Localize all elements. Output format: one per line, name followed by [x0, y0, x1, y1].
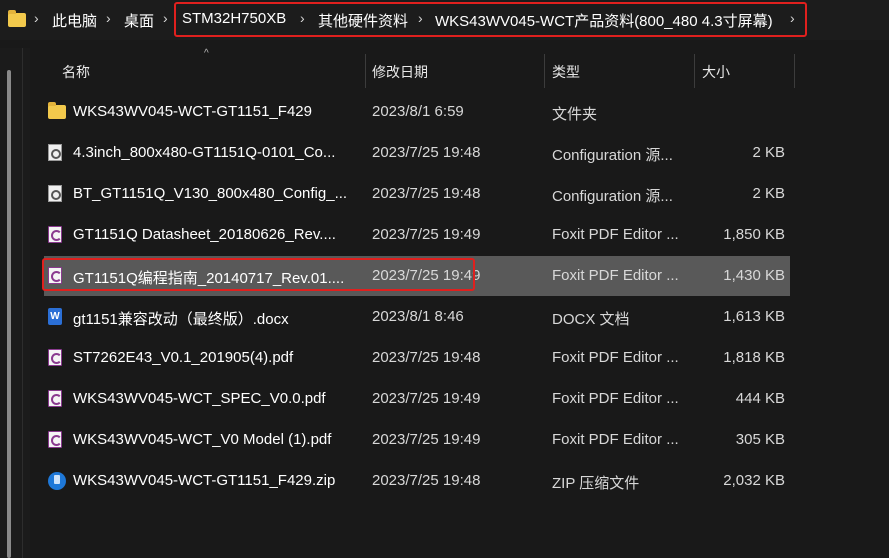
file-name: WKS43WV045-WCT-GT1151_F429.zip — [73, 472, 336, 489]
column-header-type[interactable]: 类型 — [552, 62, 580, 82]
file-type: Foxit PDF Editor ... — [552, 267, 679, 284]
file-size: 1,613 KB — [723, 308, 785, 325]
pdf-icon — [48, 431, 66, 449]
chevron-right-icon[interactable]: › — [34, 10, 39, 26]
column-divider[interactable] — [794, 54, 795, 88]
file-name: WKS43WV045-WCT_SPEC_V0.0.pdf — [73, 390, 326, 407]
file-name: WKS43WV045-WCT-GT1151_F429 — [73, 103, 312, 120]
chevron-right-icon[interactable]: › — [106, 10, 111, 26]
file-name: WKS43WV045-WCT_V0 Model (1).pdf — [73, 431, 332, 448]
file-size: 305 KB — [735, 431, 785, 448]
pdf-icon — [48, 349, 66, 367]
address-bar[interactable]: › 此电脑 › 桌面 › STM32H750XB › 其他硬件资料 › WKS4… — [0, 0, 889, 40]
file-size: 1,430 KB — [723, 267, 785, 284]
pdf-icon — [48, 226, 66, 244]
navigation-scrollbar[interactable] — [7, 70, 11, 558]
file-name: 4.3inch_800x480-GT1151Q-0101_Co... — [73, 144, 336, 161]
sort-caret-icon: ^ — [204, 48, 209, 59]
file-row[interactable]: Wgt1151兼容改动（最终版）.docx 2023/8/1 8:46 DOCX 文… — [44, 297, 790, 337]
file-type: Configuration 源... — [552, 147, 673, 164]
file-name: GT1151Q Datasheet_20180626_Rev.... — [73, 226, 336, 243]
file-modified-date: 2023/7/25 19:49 — [372, 390, 481, 407]
file-type: 文件夹 — [552, 106, 598, 123]
file-type: Foxit PDF Editor ... — [552, 390, 679, 407]
navigation-pane[interactable] — [0, 48, 30, 558]
file-row[interactable]: WKS43WV045-WCT-GT1151_F429 2023/8/1 6:59 文… — [44, 92, 790, 132]
file-row[interactable]: ST7262E43_V0.1_201905(4).pdf 2023/7/25 19… — [44, 338, 790, 378]
file-modified-date: 2023/7/25 19:48 — [372, 349, 481, 366]
folder-icon — [8, 10, 26, 27]
file-modified-date: 2023/7/25 19:49 — [372, 226, 481, 243]
file-row[interactable]: BT_GT1151Q_V130_800x480_Config_... 2023/7… — [44, 174, 790, 214]
file-type: Configuration 源... — [552, 188, 673, 205]
pane-divider[interactable] — [22, 48, 23, 558]
zip-icon — [48, 472, 66, 490]
file-modified-date: 2023/7/25 19:48 — [372, 472, 481, 489]
column-divider[interactable] — [544, 54, 545, 88]
breadcrumb-desktop[interactable]: 桌面 — [124, 10, 154, 31]
file-size: 2 KB — [752, 144, 785, 161]
file-row[interactable]: GT1151Q Datasheet_20180626_Rev.... 2023/7… — [44, 215, 790, 255]
selection-highlight-box — [42, 258, 475, 291]
file-row[interactable]: WKS43WV045-WCT_SPEC_V0.0.pdf 2023/7/25 19… — [44, 379, 790, 419]
file-size: 1,850 KB — [723, 226, 785, 243]
file-type: DOCX 文档 — [552, 311, 630, 328]
address-highlight-box — [174, 2, 807, 37]
word-doc-icon: W — [48, 308, 66, 326]
column-divider[interactable] — [694, 54, 695, 88]
column-header-name[interactable]: 名称 — [62, 62, 90, 82]
column-header-date[interactable]: 修改日期 — [372, 62, 428, 82]
chevron-right-icon[interactable]: › — [163, 10, 168, 26]
column-divider[interactable] — [365, 54, 366, 88]
file-row[interactable]: WKS43WV045-WCT_V0 Model (1).pdf 2023/7/25… — [44, 420, 790, 460]
file-modified-date: 2023/8/1 8:46 — [372, 308, 464, 325]
file-row[interactable]: 4.3inch_800x480-GT1151Q-0101_Co... 2023/7… — [44, 133, 790, 173]
file-modified-date: 2023/7/25 19:48 — [372, 185, 481, 202]
breadcrumb-this-pc[interactable]: 此电脑 — [52, 10, 97, 31]
file-size: 1,818 KB — [723, 349, 785, 366]
file-name: ST7262E43_V0.1_201905(4).pdf — [73, 349, 294, 366]
column-header-size[interactable]: 大小 — [702, 62, 730, 82]
config-file-icon — [48, 185, 66, 203]
file-row[interactable]: WKS43WV045-WCT-GT1151_F429.zip 2023/7/25 … — [44, 461, 790, 501]
file-type: Foxit PDF Editor ... — [552, 349, 679, 366]
file-modified-date: 2023/7/25 19:49 — [372, 431, 481, 448]
file-type: Foxit PDF Editor ... — [552, 431, 679, 448]
file-name: gt1151兼容改动（最终版）.docx — [73, 311, 289, 328]
pdf-icon — [48, 390, 66, 408]
column-header-row: 名称 修改日期 类型 大小 — [30, 48, 889, 90]
file-size: 444 KB — [735, 390, 785, 407]
config-file-icon — [48, 144, 66, 162]
file-type: Foxit PDF Editor ... — [552, 226, 679, 243]
file-size: 2,032 KB — [723, 472, 785, 489]
file-name: BT_GT1151Q_V130_800x480_Config_... — [73, 185, 348, 202]
file-size: 2 KB — [752, 185, 785, 202]
folder-icon — [48, 102, 66, 121]
file-modified-date: 2023/7/25 19:48 — [372, 144, 481, 161]
file-type: ZIP 压缩文件 — [552, 475, 640, 492]
file-modified-date: 2023/8/1 6:59 — [372, 103, 464, 120]
